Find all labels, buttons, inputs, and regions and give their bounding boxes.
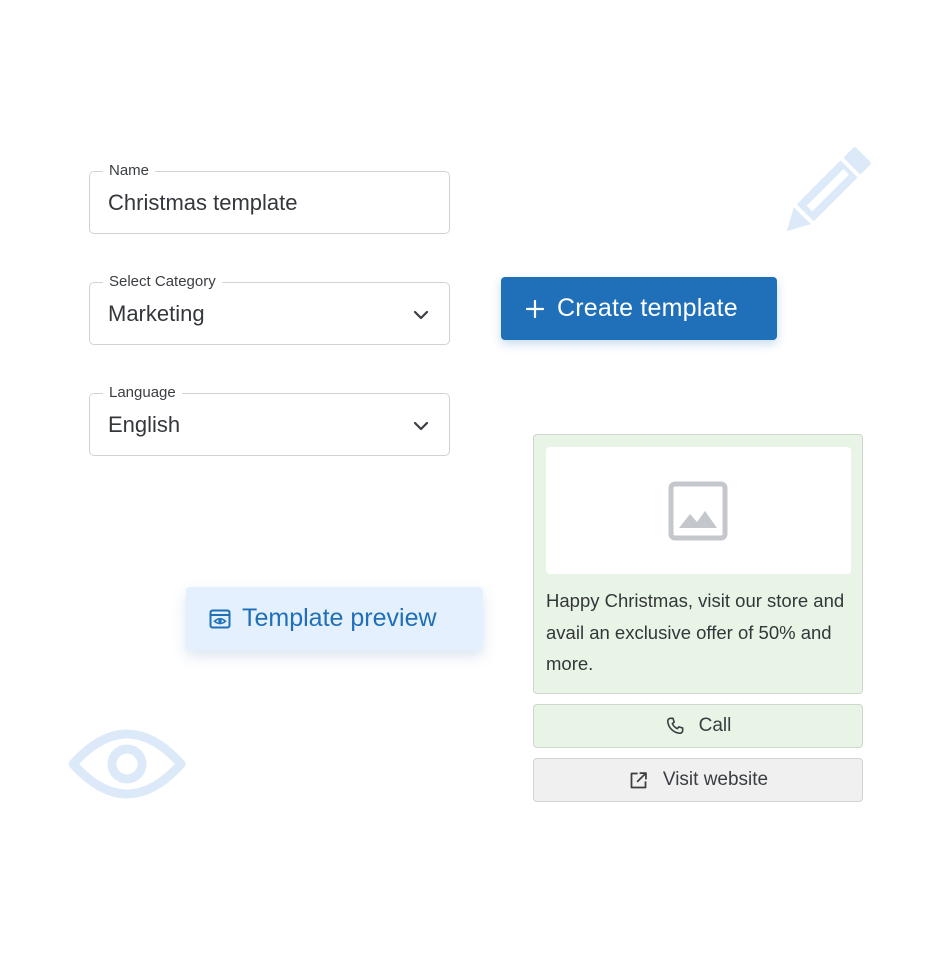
- message-body: Happy Christmas, visit our store and ava…: [546, 590, 845, 674]
- chevron-down-icon[interactable]: [411, 305, 431, 325]
- pencil-icon: [786, 147, 871, 232]
- category-select-label: Select Category: [103, 272, 222, 292]
- category-select[interactable]: Select Category Marketing: [89, 272, 450, 345]
- message-media: [546, 447, 851, 574]
- name-field-label: Name: [103, 161, 156, 181]
- create-template-button[interactable]: Create template: [501, 277, 777, 340]
- visit-website-label: Visit website: [662, 769, 769, 790]
- phone-icon: [666, 717, 684, 735]
- message-preview-card: Happy Christmas, visit our store and ava…: [533, 434, 863, 694]
- preview-window-icon: [209, 609, 231, 628]
- external-link-icon: [630, 771, 647, 788]
- plus-icon: [525, 299, 545, 318]
- call-button[interactable]: Call: [533, 704, 863, 748]
- language-select[interactable]: Language English: [89, 383, 450, 456]
- create-template-label: Create template: [557, 294, 738, 322]
- name-field-value[interactable]: Christmas template: [108, 189, 298, 217]
- name-field[interactable]: Name Christmas template: [89, 161, 450, 234]
- eye-icon: [68, 729, 186, 799]
- template-preview-button[interactable]: Template preview: [186, 587, 483, 650]
- template-preview-label: Template preview: [242, 604, 437, 632]
- call-button-label: Call: [698, 715, 732, 736]
- language-select-value: English: [108, 412, 181, 437]
- visit-website-button[interactable]: Visit website: [533, 758, 863, 802]
- category-select-value: Marketing: [108, 301, 205, 326]
- chevron-down-icon[interactable]: [411, 416, 431, 436]
- image-placeholder-icon: [668, 481, 728, 541]
- language-select-label: Language: [103, 383, 182, 403]
